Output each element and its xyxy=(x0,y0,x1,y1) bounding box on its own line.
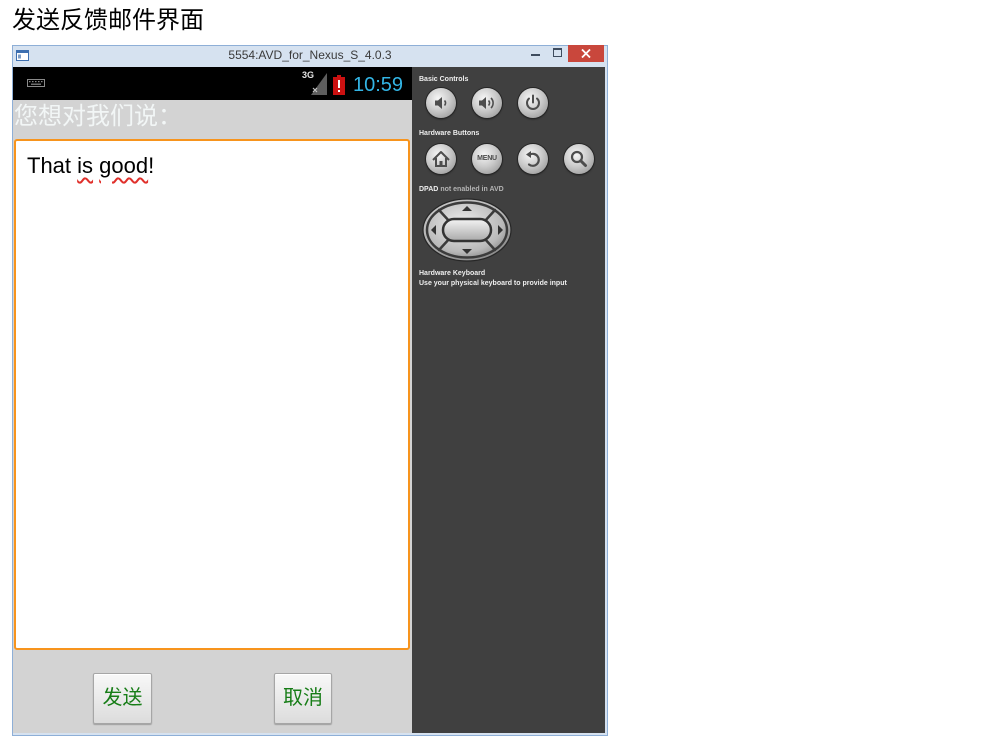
message-segment: ! xyxy=(148,153,155,178)
feedback-screen: 您想对我们说： That is good! 发送 取消 xyxy=(13,100,412,733)
power-button[interactable] xyxy=(518,88,548,118)
search-icon xyxy=(570,150,587,167)
phone-screen: 3G 10:59 您想对我们说： That is good! 发送 取消 xyxy=(13,67,412,733)
minimize-icon xyxy=(531,54,540,56)
maximize-icon xyxy=(553,48,562,57)
signal-no-data-icon xyxy=(311,73,327,95)
hardware-buttons-heading: Hardware Buttons xyxy=(419,130,480,137)
send-button[interactable]: 发送 xyxy=(93,673,152,724)
back-button[interactable] xyxy=(518,144,548,174)
dpad xyxy=(422,198,512,262)
window-title: 5554:AVD_for_Nexus_S_4.0.3 xyxy=(228,48,392,62)
minimize-button[interactable] xyxy=(525,46,547,63)
home-button[interactable] xyxy=(426,144,456,174)
close-button[interactable] xyxy=(568,45,604,62)
emulator-window: 5554:AVD_for_Nexus_S_4.0.3 3G 10:59 您想对我… xyxy=(12,45,608,736)
power-icon xyxy=(526,94,540,110)
window-titlebar[interactable]: 5554:AVD_for_Nexus_S_4.0.3 xyxy=(13,45,607,67)
hardware-keyboard-note: Use your physical keyboard to provide in… xyxy=(419,280,567,287)
dpad-center xyxy=(441,217,493,243)
menu-button-label: MENU xyxy=(477,155,497,162)
keyboard-icon xyxy=(27,79,45,87)
cancel-button[interactable]: 取消 xyxy=(274,673,332,724)
status-clock: 10:59 xyxy=(353,74,404,96)
home-icon xyxy=(432,151,450,167)
basic-controls-heading: Basic Controls xyxy=(419,76,469,83)
message-segment: That xyxy=(27,153,78,178)
back-icon xyxy=(526,151,540,167)
document-heading: 发送反馈邮件界面 xyxy=(12,8,204,34)
menu-button[interactable]: MENU xyxy=(472,144,502,174)
message-segment: is xyxy=(77,153,94,178)
search-button[interactable] xyxy=(564,144,594,174)
volume-down-button[interactable] xyxy=(426,88,456,118)
dpad-note: not enabled in AVD xyxy=(440,186,504,193)
feedback-message-input[interactable]: That is good! xyxy=(14,139,410,650)
close-icon xyxy=(581,49,591,58)
volume-up-button[interactable] xyxy=(472,88,502,118)
status-bar: 3G 10:59 xyxy=(13,67,412,100)
hardware-controls-panel: Basic Controls Hardware Buttons MENU DPA… xyxy=(412,67,605,733)
volume-up-icon xyxy=(479,97,494,109)
battery-alert-icon xyxy=(333,75,345,95)
dpad-title: DPAD xyxy=(419,186,439,193)
prompt-label: 您想对我们说： xyxy=(14,103,182,130)
dpad-heading: DPAD not enabled in AVD xyxy=(419,185,504,194)
hardware-keyboard-heading: Hardware Keyboard xyxy=(419,270,486,277)
message-segment: good xyxy=(99,153,149,178)
volume-down-icon xyxy=(435,97,447,109)
maximize-button[interactable] xyxy=(547,46,567,63)
